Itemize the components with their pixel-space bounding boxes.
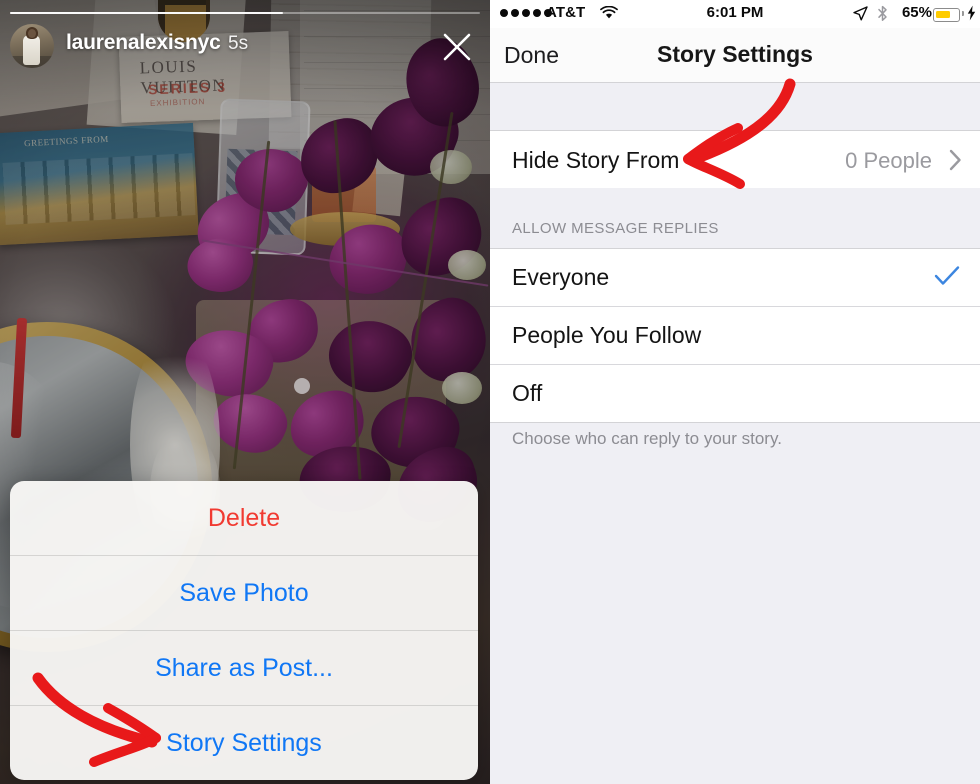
hide-story-from-value: 0 People: [845, 148, 932, 173]
chevron-right-icon: [949, 149, 961, 171]
avatar[interactable]: [10, 24, 54, 68]
lightning-bolt-icon: [967, 5, 976, 21]
top-spacer: [490, 83, 980, 130]
status-bar: AT&T 6:01 PM 65%: [490, 0, 980, 28]
story-progress-track[interactable]: [10, 12, 480, 14]
story-username[interactable]: laurenalexisnyc: [66, 31, 221, 55]
option-people-you-follow[interactable]: People You Follow: [490, 306, 980, 364]
option-label: People You Follow: [512, 322, 702, 348]
option-label: Everyone: [512, 264, 610, 290]
battery-nub: [962, 11, 964, 16]
hide-story-from-label: Hide Story From: [512, 147, 680, 173]
action-sheet-item-label: Share as Post...: [155, 653, 333, 682]
page-title: Story Settings: [657, 41, 813, 67]
action-sheet-item-label: Story Settings: [166, 728, 322, 757]
reply-options-footer-note: Choose who can reply to your story.: [512, 429, 782, 448]
hide-story-from-row[interactable]: Hide Story From 0 People: [490, 130, 980, 190]
battery-fill: [935, 10, 950, 18]
story-timestamp: 5s: [228, 33, 249, 54]
option-label: Off: [512, 380, 543, 406]
action-sheet-item-label: Save Photo: [179, 578, 309, 607]
bluetooth-icon: [878, 5, 887, 21]
story-progress-fill: [10, 12, 283, 14]
story-header: laurenalexisnyc 5s: [0, 22, 490, 70]
action-sheet-item-delete[interactable]: Delete: [10, 481, 478, 555]
action-sheet-item-share-as-post[interactable]: Share as Post...: [10, 630, 478, 705]
story-settings-screen: AT&T 6:01 PM 65% Done Story Settings Hid…: [490, 0, 980, 784]
avatar-figure: [23, 35, 40, 65]
allow-message-replies-section-header: ALLOW MESSAGE REPLIES: [490, 188, 980, 248]
instagram-story-viewer: LOUIS VUITTON SERIES 3 EXHIBITION GREETI…: [0, 0, 490, 784]
navigation-bar: Done Story Settings: [490, 28, 980, 83]
checkmark-icon: [934, 266, 960, 285]
battery-icon: [933, 8, 960, 22]
action-sheet-item-save-photo[interactable]: Save Photo: [10, 555, 478, 630]
action-sheet-item-label: Delete: [207, 503, 281, 532]
location-arrow-icon: [853, 6, 868, 21]
reply-options-group: Everyone People You Follow Off: [490, 248, 980, 423]
close-button[interactable]: [430, 22, 482, 70]
section-header-label: ALLOW MESSAGE REPLIES: [512, 220, 719, 237]
option-everyone[interactable]: Everyone: [490, 249, 980, 306]
avatar-head: [28, 29, 36, 38]
action-sheet-item-story-settings[interactable]: Story Settings: [10, 705, 478, 780]
battery-percentage-label: 65%: [901, 4, 932, 21]
option-off[interactable]: Off: [490, 364, 980, 422]
screenshot-root: LOUIS VUITTON SERIES 3 EXHIBITION GREETI…: [0, 0, 980, 784]
story-action-sheet: Delete Save Photo Share as Post... Story…: [10, 481, 478, 780]
close-x-icon: [443, 33, 471, 61]
